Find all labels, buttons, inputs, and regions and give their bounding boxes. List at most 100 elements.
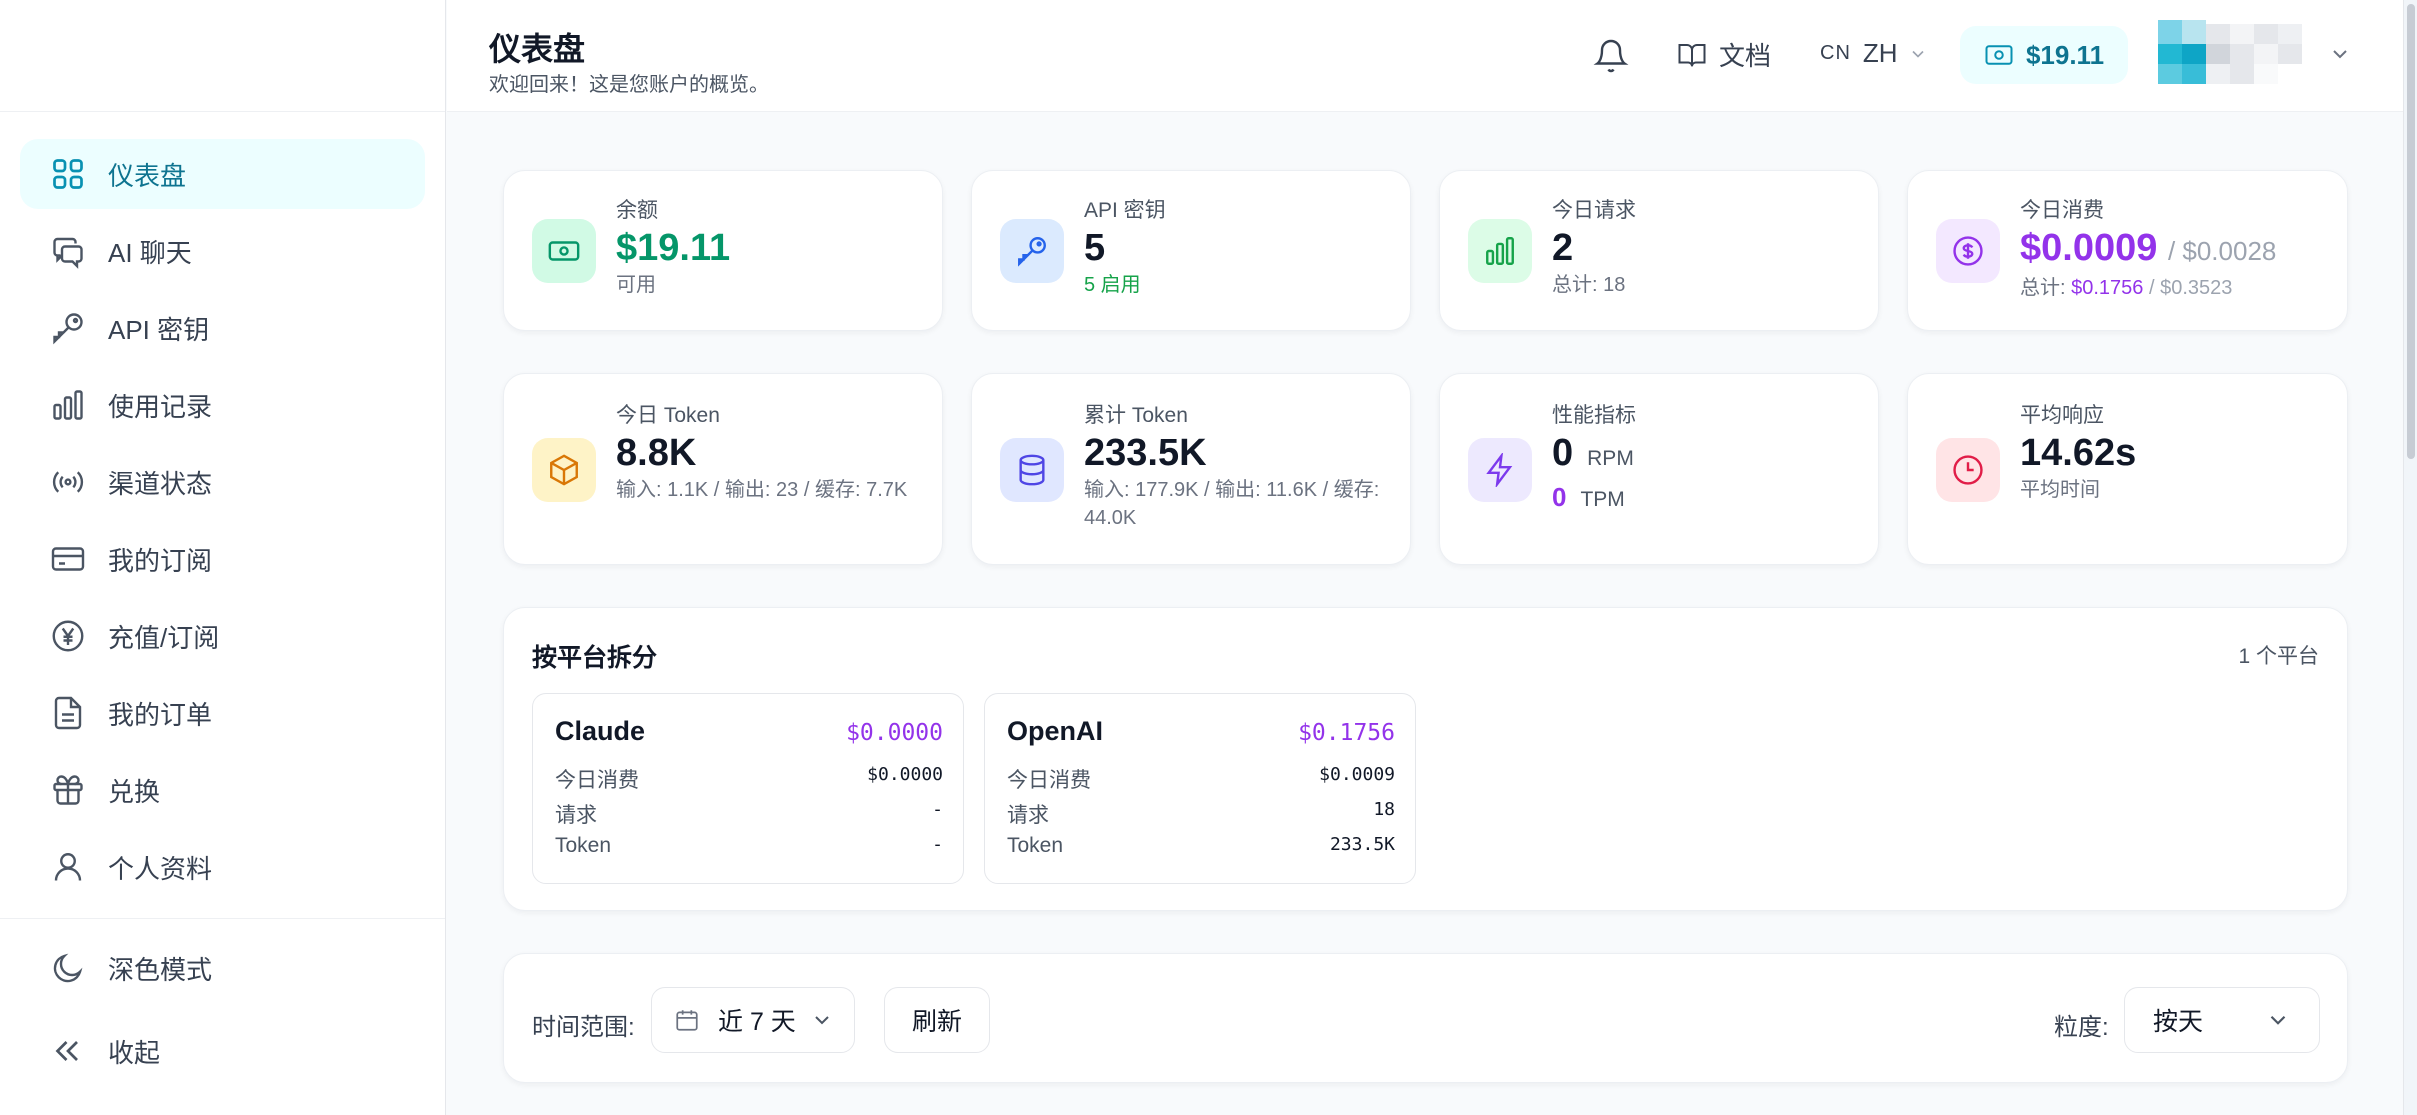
platform-row-requests: 请求 18 — [1007, 799, 1395, 829]
stat-card-api-keys: API 密钥 5 5 启用 — [971, 170, 1411, 331]
stat-icon-box — [1468, 219, 1532, 283]
yen-circle-icon — [52, 620, 84, 652]
platform-total: $0.0000 — [846, 720, 943, 746]
collapse-sidebar-button[interactable]: 收起 — [20, 1016, 425, 1086]
sidebar-item-ai-chat[interactable]: AI 聊天 — [20, 216, 425, 286]
platform-card-openai: OpenAI $0.1756 今日消费 $0.0009 请求 18 Token … — [984, 693, 1416, 884]
page-scrollbar[interactable] — [2403, 0, 2417, 1115]
row-value: 233.5K — [1329, 834, 1395, 855]
stat-card-today-tokens: 今日 Token 8.8K 输入: 1.1K / 输出: 23 / 缓存: 7.… — [503, 373, 943, 565]
sidebar-item-recharge[interactable]: 充值/订阅 — [20, 601, 425, 671]
row-label: Token — [1007, 834, 1064, 857]
stat-card-total-tokens: 累计 Token 233.5K 输入: 177.9K / 输出: 11.6K /… — [971, 373, 1411, 565]
page-subtitle: 欢迎回来！这是您账户的概览。 — [489, 74, 769, 96]
stat-sub: 输入: 1.1K / 输出: 23 / 缓存: 7.7K — [616, 479, 908, 501]
language-selector[interactable]: CN ZH — [1820, 38, 1928, 69]
wallet-icon — [1985, 45, 2013, 65]
sidebar-item-dashboard[interactable]: 仪表盘 — [20, 139, 425, 209]
sidebar-item-label: 充值/订阅 — [108, 622, 220, 653]
today-cost-alt: / $0.0028 — [2167, 236, 2277, 266]
sidebar-item-profile[interactable]: 个人资料 — [20, 832, 425, 902]
sidebar-item-my-orders[interactable]: 我的订单 — [20, 678, 425, 748]
today-cost-sub-value: $0.1756 — [2071, 277, 2144, 299]
sidebar-item-redeem[interactable]: 兑换 — [20, 755, 425, 825]
sidebar-item-channel-status[interactable]: 渠道状态 — [20, 447, 425, 517]
bar-chart-icon — [1486, 237, 1514, 265]
granularity-value: 按天 — [2153, 1008, 2204, 1036]
row-label: Token — [555, 834, 612, 857]
sidebar: 仪表盘 AI 聊天 API 密钥 使用记录 渠道状态 我的订阅 充值/订阅 我的… — [0, 0, 446, 1115]
platform-row-today-cost: 今日消费 $0.0000 — [555, 764, 943, 794]
stat-value: 14.62s — [2020, 432, 2137, 474]
sidebar-item-label: 我的订阅 — [108, 545, 213, 576]
platform-row-tokens: Token 233.5K — [1007, 834, 1395, 858]
refresh-button[interactable]: 刷新 — [884, 987, 990, 1053]
stat-value: $19.11 — [616, 227, 731, 269]
today-cost-value: $0.0009 — [2020, 227, 2158, 269]
chevron-down-icon — [1911, 50, 1924, 58]
bell-icon[interactable] — [1593, 38, 1629, 74]
sidebar-item-label: 仪表盘 — [108, 160, 187, 191]
time-range-label: 时间范围: — [532, 1014, 635, 1041]
sidebar-item-label: AI 聊天 — [108, 237, 192, 268]
chevron-down-icon — [815, 1016, 829, 1025]
stat-value: 2 — [1552, 227, 1574, 269]
key-icon — [53, 313, 83, 345]
row-value: 18 — [1373, 799, 1395, 820]
stat-icon-box — [532, 438, 596, 502]
key-icon — [1018, 237, 1046, 267]
gift-icon — [53, 775, 83, 805]
language-code: ZH — [1862, 38, 1898, 68]
stat-value: 5 — [1084, 227, 1106, 269]
rpm-unit: RPM — [1587, 447, 1634, 470]
stat-label: 今日请求 — [1552, 199, 1636, 222]
row-label: 请求 — [555, 804, 597, 827]
chevron-down-icon[interactable] — [2328, 42, 2352, 66]
today-cost-sub-alt: / $0.3523 — [2148, 277, 2233, 299]
credit-card-icon — [51, 547, 85, 571]
document-icon — [54, 696, 82, 730]
grid-icon — [53, 159, 83, 189]
platform-count: 1 个平台 — [2238, 645, 2319, 668]
clock-icon — [1953, 455, 1983, 485]
stat-sub: 输入: 177.9K / 输出: 11.6K / 缓存: 44.0K — [1084, 479, 1380, 529]
platform-card-claude: Claude $0.0000 今日消费 $0.0000 请求 - Token - — [532, 693, 964, 884]
stat-sub: 5 启用 — [1084, 274, 1141, 296]
sidebar-item-my-subscription[interactable]: 我的订阅 — [20, 524, 425, 594]
rpm-value: 0 — [1552, 432, 1574, 474]
calendar-icon — [676, 1010, 698, 1031]
chevron-down-icon — [2270, 1015, 2286, 1025]
stat-icon-box — [1000, 438, 1064, 502]
sidebar-item-api-keys[interactable]: API 密钥 — [20, 293, 425, 363]
avatar[interactable] — [2158, 20, 2318, 84]
sidebar-item-label: 使用记录 — [108, 391, 213, 422]
scrollbar-thumb[interactable] — [2407, 4, 2415, 459]
bar-chart-icon — [53, 390, 83, 420]
row-value: $0.0000 — [867, 764, 943, 785]
sidebar-item-usage[interactable]: 使用记录 — [20, 370, 425, 440]
granularity-select[interactable]: 按天 — [2124, 987, 2320, 1053]
sidebar-item-label: 渠道状态 — [108, 468, 213, 499]
docs-label: 文档 — [1719, 41, 1772, 71]
tpm-value: 0 — [1552, 482, 1567, 512]
stat-label: 今日 Token — [616, 404, 720, 427]
stat-text: 今日请求 2 总计: 18 — [1552, 197, 1858, 299]
dark-mode-toggle[interactable]: 深色模式 — [20, 933, 425, 1003]
platform-row-requests: 请求 - — [555, 799, 943, 829]
sidebar-nav: 仪表盘 AI 聊天 API 密钥 使用记录 渠道状态 我的订阅 充值/订阅 我的… — [0, 112, 445, 902]
sidebar-item-label: API 密钥 — [108, 314, 210, 345]
sidebar-item-label: 我的订单 — [108, 699, 213, 730]
time-range-select[interactable]: 近 7 天 — [651, 987, 855, 1053]
docs-link[interactable]: 文档 — [1677, 36, 1771, 73]
platform-total: $0.1756 — [1298, 720, 1395, 746]
rpm-row: 0 RPM — [1552, 430, 1858, 482]
dollar-circle-icon — [1953, 236, 1983, 266]
time-range-value: 近 7 天 — [718, 1008, 796, 1036]
stat-text: API 密钥 5 5 启用 — [1084, 197, 1390, 299]
stat-icon-box — [1936, 438, 2000, 502]
header-balance-value: $19.11 — [2025, 39, 2105, 70]
platform-name: OpenAI — [1007, 716, 1104, 746]
header-balance-badge[interactable]: $19.11 — [1960, 26, 2128, 84]
stat-label: 余额 — [616, 199, 658, 222]
bolt-icon — [1486, 453, 1513, 487]
